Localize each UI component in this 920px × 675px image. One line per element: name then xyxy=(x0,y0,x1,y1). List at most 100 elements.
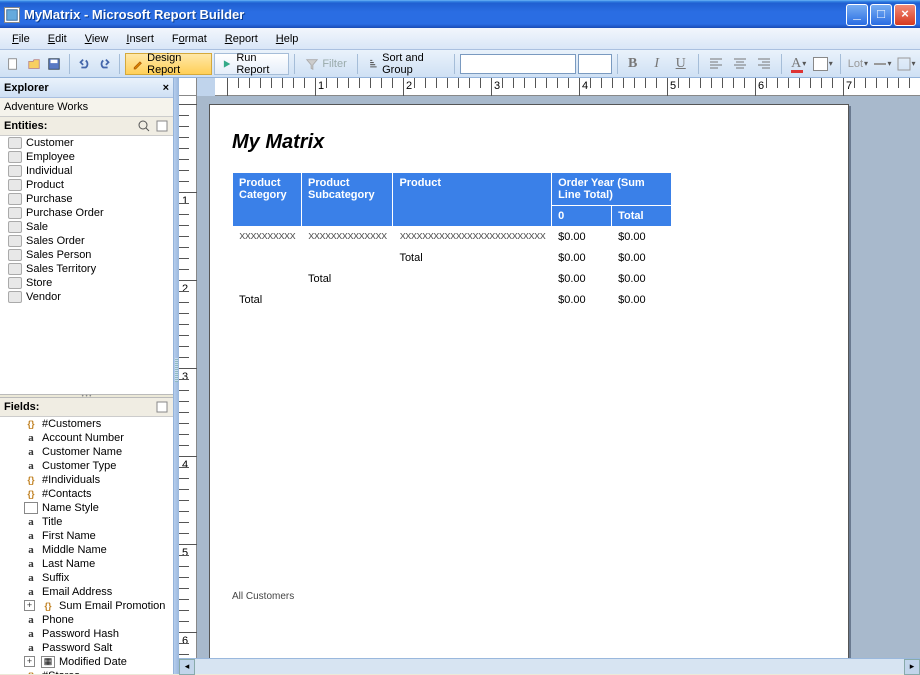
cell-value0[interactable]: $0.00 xyxy=(552,248,612,269)
field-item[interactable]: aMiddle Name xyxy=(0,543,173,557)
report-page[interactable]: My Matrix Product Category Product Subca… xyxy=(209,104,849,658)
field-item[interactable]: aFirst Name xyxy=(0,529,173,543)
scroll-right-button[interactable]: ▸ xyxy=(904,659,920,675)
cell-subcategory[interactable] xyxy=(302,248,393,269)
field-item[interactable]: aLast Name xyxy=(0,557,173,571)
field-item[interactable]: aPassword Hash xyxy=(0,627,173,641)
menu-view[interactable]: View xyxy=(77,31,117,47)
menu-report[interactable]: Report xyxy=(217,31,266,47)
field-item[interactable]: aPassword Salt xyxy=(0,641,173,655)
field-item[interactable]: {}Sum Email Promotion xyxy=(0,599,173,613)
font-selector[interactable] xyxy=(460,54,576,74)
menu-insert[interactable]: Insert xyxy=(118,31,162,47)
cell-product[interactable] xyxy=(393,269,552,290)
cell-subcategory[interactable]: xxxxxxxxxxxxxx xyxy=(302,227,393,248)
align-right-button[interactable] xyxy=(754,54,774,74)
close-button[interactable]: × xyxy=(894,4,916,26)
font-size-selector[interactable] xyxy=(578,54,612,74)
cell-value0[interactable]: $0.00 xyxy=(552,290,612,311)
align-center-button[interactable] xyxy=(730,54,750,74)
cell-product[interactable]: xxxxxxxxxxxxxxxxxxxxxxxxxx xyxy=(393,227,552,248)
filter-button[interactable]: Filter xyxy=(300,53,351,75)
field-item[interactable]: ▦Modified Date xyxy=(0,655,173,669)
menu-format[interactable]: Format xyxy=(164,31,215,47)
entity-item[interactable]: Store xyxy=(0,276,173,290)
entity-item[interactable]: Purchase xyxy=(0,192,173,206)
field-item[interactable]: aAccount Number xyxy=(0,431,173,445)
field-item[interactable]: {}#Customers xyxy=(0,417,173,431)
header-total[interactable]: Total xyxy=(612,206,672,227)
header-subcategory[interactable]: Product Subcategory xyxy=(302,173,393,227)
matrix-row[interactable]: xxxxxxxxxxxxxxxxxxxxxxxxxxxxxxxxxxxxxxxx… xyxy=(233,227,672,248)
scroll-left-button[interactable]: ◂ xyxy=(179,659,195,675)
new-button[interactable] xyxy=(4,53,23,75)
run-mode-button[interactable]: Run Report xyxy=(214,53,290,75)
field-item[interactable]: aCustomer Name xyxy=(0,445,173,459)
fields-config-icon[interactable] xyxy=(155,400,169,414)
fill-color-button[interactable]: ▾ xyxy=(813,54,833,74)
report-title[interactable]: My Matrix xyxy=(232,131,826,154)
entity-item[interactable]: Sale xyxy=(0,220,173,234)
explorer-close-button[interactable]: × xyxy=(163,82,169,94)
underline-button[interactable]: U xyxy=(671,54,691,74)
field-item[interactable]: aPhone xyxy=(0,613,173,627)
menu-help[interactable]: Help xyxy=(268,31,307,47)
menu-edit[interactable]: Edit xyxy=(40,31,75,47)
menu-file[interactable]: File xyxy=(4,31,38,47)
cell-total[interactable]: $0.00 xyxy=(612,248,672,269)
cell-subcategory[interactable] xyxy=(302,290,393,311)
italic-button[interactable]: I xyxy=(647,54,667,74)
cell-subcategory[interactable]: Total xyxy=(302,269,393,290)
field-item[interactable]: aCustomer Type xyxy=(0,459,173,473)
lot-button[interactable]: Lot▾ xyxy=(848,54,868,74)
header-col0[interactable]: 0 xyxy=(552,206,612,227)
border-style-button[interactable]: ▾ xyxy=(872,54,892,74)
entity-item[interactable]: Product xyxy=(0,178,173,192)
search-icon[interactable] xyxy=(137,119,151,133)
cell-product[interactable] xyxy=(393,290,552,311)
field-item[interactable]: Name Style xyxy=(0,501,173,515)
new-entity-icon[interactable] xyxy=(155,119,169,133)
field-item[interactable]: {}#Stores xyxy=(0,669,173,675)
sort-button[interactable]: Sort and Group xyxy=(363,53,449,75)
field-item[interactable]: aSuffix xyxy=(0,571,173,585)
entity-item[interactable]: Individual xyxy=(0,164,173,178)
entity-item[interactable]: Sales Territory xyxy=(0,262,173,276)
minimize-button[interactable]: _ xyxy=(846,4,868,26)
entity-item[interactable]: Customer xyxy=(0,136,173,150)
cell-value0[interactable]: $0.00 xyxy=(552,227,612,248)
canvas-scroll[interactable]: My Matrix Product Category Product Subca… xyxy=(197,96,920,658)
fields-tree[interactable]: {}#CustomersaAccount NumberaCustomer Nam… xyxy=(0,417,173,675)
cell-category[interactable] xyxy=(233,248,302,269)
report-footer[interactable]: All Customers xyxy=(232,591,826,602)
matrix-row[interactable]: Total $0.00$0.00 xyxy=(233,290,672,311)
entity-item[interactable]: Employee xyxy=(0,150,173,164)
field-item[interactable]: aTitle xyxy=(0,515,173,529)
cell-total[interactable]: $0.00 xyxy=(612,290,672,311)
bold-button[interactable]: B xyxy=(623,54,643,74)
matrix-table[interactable]: Product Category Product Subcategory Pro… xyxy=(232,172,672,311)
field-item[interactable]: {}#Individuals xyxy=(0,473,173,487)
header-category[interactable]: Product Category xyxy=(233,173,302,227)
maximize-button[interactable]: □ xyxy=(870,4,892,26)
align-left-button[interactable] xyxy=(706,54,726,74)
field-item[interactable]: {}#Contacts xyxy=(0,487,173,501)
entity-item[interactable]: Sales Person xyxy=(0,248,173,262)
header-product[interactable]: Product xyxy=(393,173,552,227)
cell-category[interactable] xyxy=(233,269,302,290)
cell-category[interactable]: Total xyxy=(233,290,302,311)
entity-item[interactable]: Vendor xyxy=(0,290,173,304)
cell-total[interactable]: $0.00 xyxy=(612,269,672,290)
save-button[interactable] xyxy=(45,53,64,75)
cell-category[interactable]: xxxxxxxxxx xyxy=(233,227,302,248)
open-button[interactable] xyxy=(25,53,44,75)
cell-product[interactable]: Total xyxy=(393,248,552,269)
design-mode-button[interactable]: Design Report xyxy=(125,53,212,75)
entity-item[interactable]: Purchase Order xyxy=(0,206,173,220)
cell-total[interactable]: $0.00 xyxy=(612,227,672,248)
font-color-button[interactable]: A▾ xyxy=(789,54,809,74)
undo-button[interactable] xyxy=(75,53,94,75)
header-year[interactable]: Order Year (Sum Line Total) xyxy=(552,173,672,206)
border-button[interactable]: ▾ xyxy=(896,54,916,74)
horizontal-scrollbar[interactable]: ◂ ▸ xyxy=(179,658,920,674)
